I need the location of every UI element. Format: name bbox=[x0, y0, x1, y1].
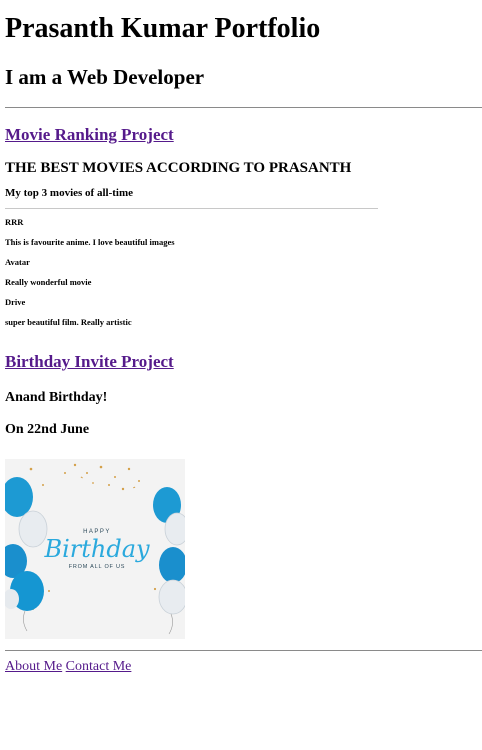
birthday-card-art: HAPPY Birthday FROM ALL OF US bbox=[5, 459, 185, 639]
contact-me-link[interactable]: Contact Me bbox=[66, 659, 132, 674]
movie-item-name: Avatar bbox=[5, 257, 30, 267]
movie-item-note: This is favourite anime. I love beautifu… bbox=[5, 237, 175, 247]
movie-item-note: super beautiful film. Really artistic bbox=[5, 317, 132, 327]
movie-item-name: RRR bbox=[5, 217, 24, 227]
birthday-card-image: HAPPY Birthday FROM ALL OF US bbox=[5, 459, 185, 639]
movie-preview-title: THE BEST MOVIES ACCORDING TO PRASANTH bbox=[5, 160, 352, 176]
movie-item-name: Drive bbox=[5, 297, 26, 307]
page-title: Prasanth Kumar Portfolio bbox=[5, 13, 321, 44]
about-me-link[interactable]: About Me bbox=[5, 659, 62, 674]
footer-divider bbox=[5, 650, 482, 651]
footer-nav: About Me Contact Me bbox=[5, 659, 477, 675]
page-tagline: I am a Web Developer bbox=[5, 65, 205, 89]
movie-preview-divider bbox=[5, 208, 378, 209]
page: Prasanth Kumar Portfolio I am a Web Deve… bbox=[0, 0, 482, 675]
birthday-date: On 22nd June bbox=[5, 422, 90, 437]
birthday-project-link[interactable]: Birthday Invite Project bbox=[5, 351, 174, 373]
movie-preview-subtitle: My top 3 movies of all-time bbox=[5, 187, 133, 199]
top-divider bbox=[5, 107, 482, 108]
movie-project-preview: THE BEST MOVIES ACCORDING TO PRASANTH My… bbox=[5, 159, 378, 337]
card-from-text: FROM ALL OF US bbox=[69, 564, 126, 570]
movie-project-link[interactable]: Movie Ranking Project bbox=[5, 124, 174, 146]
movie-item-note: Really wonderful movie bbox=[5, 277, 92, 287]
birthday-heading: Anand Birthday! bbox=[5, 390, 108, 405]
card-birthday-text: Birthday bbox=[43, 535, 150, 563]
